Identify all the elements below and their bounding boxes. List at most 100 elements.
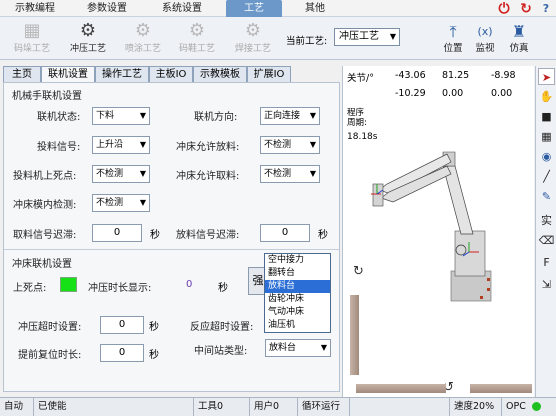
eye-icon[interactable]: ◉: [538, 148, 555, 165]
hand-icon[interactable]: ✋: [538, 88, 555, 105]
monitor-button[interactable]: (x) 监视: [470, 21, 500, 55]
press-timeout-input[interactable]: 0: [100, 316, 144, 334]
dropdown-option-flip[interactable]: 翻转台: [265, 267, 330, 280]
robot-3d-view[interactable]: 关节/° -43.06 81.25 -8.98 -10.29 0.00 0.00…: [342, 66, 534, 397]
chevron-down-icon: ▼: [139, 169, 146, 178]
status-enable: 已使能: [34, 398, 194, 416]
online-direction-value: 正向连接: [264, 111, 301, 121]
dropdown-option-place-table[interactable]: 放料台: [265, 280, 330, 293]
press-time-value: 0: [186, 279, 193, 290]
online-direction-select[interactable]: 正向连接 ▼: [260, 107, 320, 125]
chevron-down-icon: ▼: [139, 198, 146, 207]
tool-palletizing[interactable]: ▦ 码垛工艺: [6, 19, 58, 59]
status-opc: OPC: [502, 398, 556, 416]
status-spacer: [350, 398, 450, 416]
pen-icon[interactable]: ✎: [538, 188, 555, 205]
chevron-down-icon: ▼: [389, 32, 396, 41]
vertical-rotation-slider[interactable]: [350, 295, 359, 375]
online-status-select[interactable]: 下料 ▼: [92, 107, 150, 125]
text-f-button[interactable]: F: [538, 254, 555, 271]
mid-station-select[interactable]: 放料台 ▼: [265, 339, 331, 357]
online-direction-label: 联机方向:: [194, 112, 238, 123]
early-reset-input[interactable]: 0: [100, 344, 144, 362]
online-status-value: 下料: [96, 111, 115, 121]
eraser-icon[interactable]: ⌫: [538, 232, 555, 249]
grid-cube-icon[interactable]: ▦: [538, 128, 555, 145]
press-allow-take-select[interactable]: 不检测 ▼: [260, 165, 320, 183]
zoom-slider[interactable]: [470, 384, 532, 393]
dropdown-option-pneumatic-press[interactable]: 气动冲床: [265, 306, 330, 319]
press-in-mold-value: 不检测: [96, 198, 124, 208]
tab-main-board-io[interactable]: 主板IO: [149, 66, 193, 83]
tool-palletizing-label: 码垛工艺: [13, 44, 50, 54]
press-online-section-title: 冲床联机设置: [12, 259, 72, 270]
tool-spraying-label: 喷涂工艺: [124, 44, 161, 54]
help-icon[interactable]: ?: [538, 1, 554, 17]
export-icon[interactable]: ⇲: [538, 276, 555, 293]
power-icon[interactable]: ⏻: [496, 1, 512, 17]
menu-parameter-settings[interactable]: 参数设置: [78, 0, 136, 17]
cursor-icon[interactable]: ➤: [538, 68, 555, 85]
press-in-mold-select[interactable]: 不检测 ▼: [92, 194, 150, 212]
tool-shoe[interactable]: ⚙ 码鞋工艺: [171, 19, 223, 59]
refresh-icon[interactable]: ↻: [518, 1, 534, 17]
take-delay-label: 取料信号迟滞:: [13, 230, 77, 241]
chevron-down-icon: ▼: [309, 111, 316, 120]
online-status-label: 联机状态:: [37, 112, 81, 123]
status-mode: 自动: [0, 398, 34, 416]
opc-connected-icon: [531, 402, 541, 411]
view-toolbar: ➤ ✋ ■ ▦ ◉ ╱ ✎ 实 ⌫ F ⇲: [535, 66, 556, 397]
place-delay-input[interactable]: 0: [260, 224, 310, 242]
react-timeout-label: 反应超时设置:: [190, 322, 254, 333]
press-timeout-unit: 秒: [149, 322, 159, 333]
line-icon[interactable]: ╱: [538, 168, 555, 185]
current-process-select[interactable]: 冲压工艺 ▼: [334, 28, 400, 46]
cube-icon[interactable]: ■: [538, 108, 555, 125]
feed-signal-value: 上升沿: [96, 140, 124, 150]
tool-stamping[interactable]: ⚙ 冲压工艺: [62, 19, 114, 59]
position-button[interactable]: ⤒ 位置: [438, 21, 468, 55]
early-reset-label: 提前复位时长:: [18, 350, 82, 361]
dropdown-option-hydraulic-press[interactable]: 油压机: [265, 319, 330, 332]
simulation-icon: ♜: [511, 22, 527, 41]
shoe-icon: ⚙: [188, 20, 206, 41]
simulation-button[interactable]: ♜ 仿真: [504, 21, 534, 55]
dropdown-option-gear-press[interactable]: 齿轮冲床: [265, 293, 330, 306]
tab-extended-io[interactable]: 扩展IO: [247, 66, 291, 83]
tab-online-settings[interactable]: 联机设置: [41, 66, 95, 83]
press-time-unit: 秒: [218, 283, 228, 294]
tab-operation-process[interactable]: 操作工艺: [95, 66, 149, 83]
horizontal-rotation-slider[interactable]: [356, 384, 446, 393]
feed-top-dead-label: 投料机上死点:: [13, 171, 77, 182]
feed-signal-select[interactable]: 上升沿 ▼: [92, 136, 150, 154]
status-opc-label: OPC: [506, 401, 526, 412]
tool-stamping-label: 冲压工艺: [69, 44, 106, 54]
press-allow-feed-select[interactable]: 不检测 ▼: [260, 136, 320, 154]
mid-station-dropdown-list: 空中接力 翻转台 放料台 齿轮冲床 气动冲床 油压机: [264, 253, 331, 333]
menu-system-settings[interactable]: 系统设置: [152, 0, 212, 17]
menu-other[interactable]: 其他: [295, 0, 335, 17]
tab-home[interactable]: 主页: [3, 66, 41, 83]
monitor-label: 监视: [475, 43, 495, 54]
menu-teach-programming[interactable]: 示教编程: [6, 0, 64, 17]
stamping-icon: ⚙: [79, 20, 97, 41]
chevron-down-icon: ▼: [309, 140, 316, 149]
section-divider: [4, 249, 339, 250]
menu-process[interactable]: 工艺: [226, 0, 282, 17]
press-time-label: 冲压时长显示:: [88, 283, 152, 294]
tab-teach-template[interactable]: 示教模板: [193, 66, 247, 83]
mid-station-label: 中间站类型:: [194, 346, 248, 357]
feed-top-dead-select[interactable]: 不检测 ▼: [92, 165, 150, 183]
solid-button[interactable]: 实: [538, 212, 555, 229]
tool-welding[interactable]: ⚙ 焊接工艺: [227, 19, 279, 59]
status-loop: 循环运行: [298, 398, 350, 416]
monitor-icon: (x): [477, 25, 493, 38]
dropdown-option-relay[interactable]: 空中接力: [265, 254, 330, 267]
rotate-vertical-icon[interactable]: ↻: [353, 264, 364, 279]
early-reset-unit: 秒: [149, 350, 159, 361]
welding-icon: ⚙: [244, 20, 262, 41]
tool-spraying[interactable]: ⚙ 喷涂工艺: [117, 19, 169, 59]
process-ribbon: ▦ 码垛工艺 ⚙ 冲压工艺 ⚙ 喷涂工艺 ⚙ 码鞋工艺 ⚙ 焊接工艺 当前工艺:…: [0, 17, 556, 60]
tool-shoe-label: 码鞋工艺: [178, 44, 215, 54]
take-delay-input[interactable]: 0: [92, 224, 142, 242]
